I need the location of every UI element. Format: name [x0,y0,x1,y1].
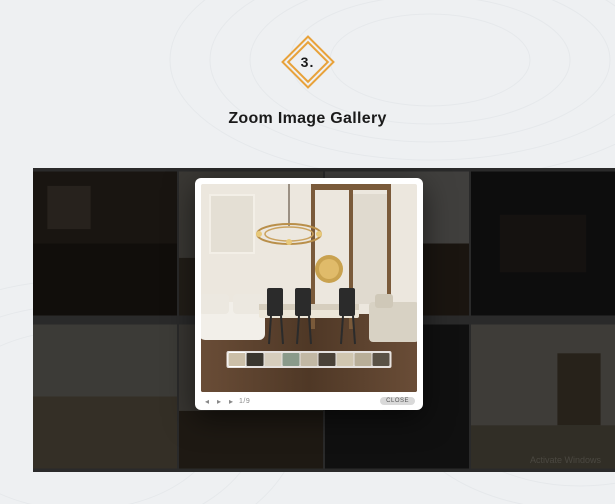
next-icon[interactable]: ▸ [227,397,235,405]
gallery-cell[interactable] [471,321,615,472]
lightbox-controls: ◂ ▸ ▸ 1/9 CLOSE [201,396,417,407]
play-icon[interactable]: ▸ [215,397,223,405]
section-title: Zoom Image Gallery [0,110,615,128]
thumbnail[interactable] [337,353,354,366]
close-button[interactable]: CLOSE [380,397,415,405]
thumbnail[interactable] [283,353,300,366]
thumbnail[interactable] [373,353,390,366]
step-number: 3. [282,36,334,88]
thumbnail[interactable] [229,353,246,366]
step-badge: 3. [282,36,334,88]
thumbnail-strip [227,351,392,368]
thumbnail[interactable] [247,353,264,366]
prev-icon[interactable]: ◂ [203,397,211,405]
gallery-stage: ◂ ▸ ▸ 1/9 CLOSE Activate Windows [33,168,615,472]
watermark-title: Activate Windows [530,455,601,466]
gallery-cell[interactable] [33,321,177,472]
gallery-cell[interactable] [471,168,615,319]
os-watermark: Activate Windows [530,455,601,466]
lightbox: ◂ ▸ ▸ 1/9 CLOSE [195,178,423,410]
gallery-cell[interactable] [33,168,177,319]
thumbnail[interactable] [355,353,372,366]
thumbnail[interactable] [301,353,318,366]
image-counter: 1/9 [239,398,250,405]
thumbnail[interactable] [265,353,282,366]
thumbnail[interactable] [319,353,336,366]
section-header: 3. Zoom Image Gallery [0,0,615,128]
lightbox-image[interactable] [201,184,417,392]
